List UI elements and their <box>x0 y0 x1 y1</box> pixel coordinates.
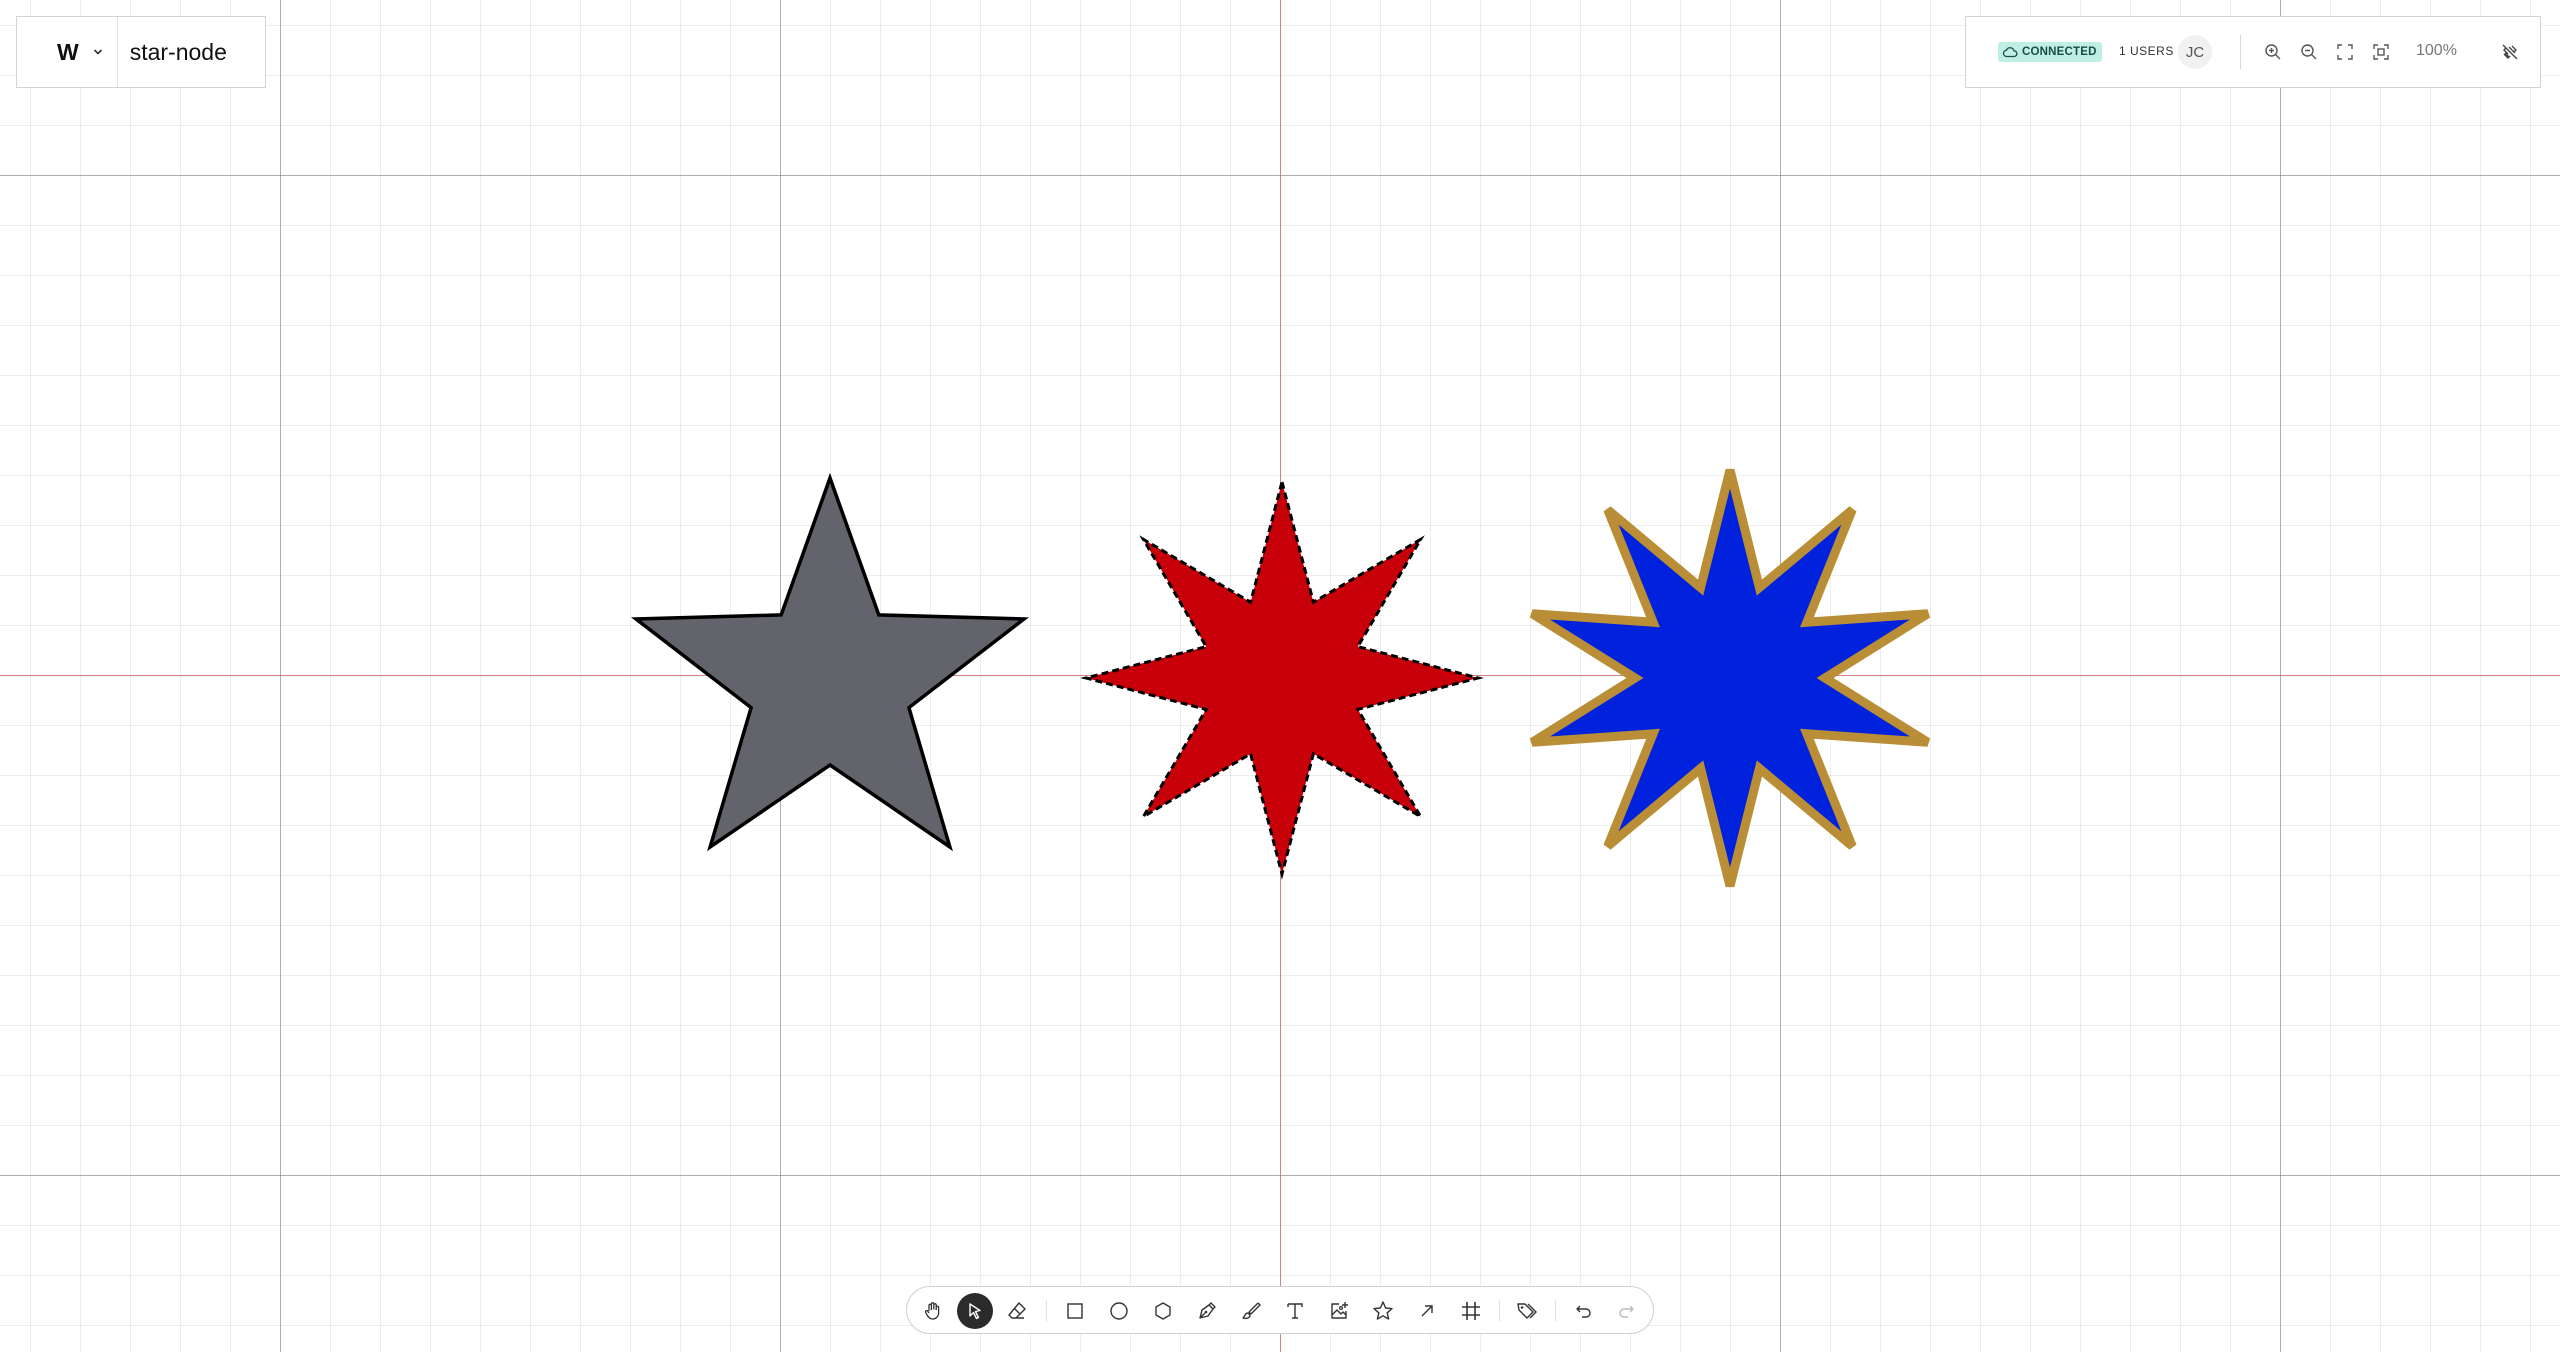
redo-icon <box>1619 1305 1634 1318</box>
rectangle-tool-button[interactable] <box>1057 1293 1093 1329</box>
debug-icon[interactable] <box>2499 41 2521 63</box>
zoom-level[interactable]: 100% <box>2416 42 2457 60</box>
image-icon <box>1331 1302 1348 1319</box>
zoom-in-icon[interactable] <box>2262 41 2284 63</box>
connection-status-badge: CONNECTED <box>1998 42 2102 62</box>
avatar[interactable]: JC <box>2178 35 2212 69</box>
zoom-out-icon[interactable] <box>2298 41 2320 63</box>
eraser-tool-button[interactable] <box>999 1293 1035 1329</box>
blue-ten-point-star[interactable] <box>1529 468 1931 888</box>
tag-icon <box>1517 1303 1537 1319</box>
ellipse-tool-button[interactable] <box>1101 1293 1137 1329</box>
status-panel: CONNECTED 1 USERS JC 100% <box>1965 16 2541 88</box>
arrow-tool-button[interactable] <box>1409 1293 1445 1329</box>
hand-tool-button[interactable] <box>915 1293 951 1329</box>
document-title[interactable]: star-node <box>130 39 227 66</box>
avatar-initials: JC <box>2185 43 2205 61</box>
ellipse-icon <box>1110 1302 1128 1320</box>
chevron-down-icon <box>93 43 103 61</box>
pen-tool-button[interactable] <box>1189 1293 1225 1329</box>
fit-selection-icon[interactable] <box>2370 41 2392 63</box>
pen-nib-icon <box>1199 1302 1216 1319</box>
cursor-arrow-icon <box>969 1303 981 1320</box>
fit-screen-icon[interactable] <box>2334 41 2356 63</box>
app-menu-button[interactable]: W <box>17 17 118 87</box>
red-eight-point-star[interactable] <box>1080 476 1484 880</box>
tools-toolbar <box>906 1286 1654 1334</box>
document-panel: W star-node <box>16 16 266 88</box>
star-tool-button[interactable] <box>1365 1293 1401 1329</box>
eraser-icon <box>1008 1302 1026 1319</box>
image-tool-button[interactable] <box>1321 1293 1357 1329</box>
polygon-tool-button[interactable] <box>1145 1293 1181 1329</box>
app-logo: W <box>57 38 79 65</box>
brush-tool-button[interactable] <box>1233 1293 1269 1329</box>
text-tool-button[interactable] <box>1277 1293 1313 1329</box>
users-count: 1 USERS <box>2119 44 2174 58</box>
select-tool-button[interactable] <box>957 1293 993 1329</box>
tag-tool-button[interactable] <box>1509 1293 1545 1329</box>
toolbar-divider <box>1499 1300 1500 1322</box>
undo-icon <box>1576 1305 1591 1318</box>
undo-button[interactable] <box>1565 1293 1601 1329</box>
rectangle-icon <box>1067 1303 1083 1319</box>
gray-five-point-star[interactable] <box>631 472 1029 852</box>
hexagon-icon <box>1155 1302 1171 1320</box>
frame-tool-button[interactable] <box>1453 1293 1489 1329</box>
text-icon <box>1287 1303 1303 1319</box>
frame-icon <box>1462 1302 1480 1320</box>
brush-icon <box>1242 1302 1261 1320</box>
connection-status-label: CONNECTED <box>2022 46 2097 58</box>
hand-icon <box>924 1302 940 1320</box>
canvas[interactable] <box>0 0 2560 1352</box>
redo-button[interactable] <box>1609 1293 1645 1329</box>
star-icon <box>1373 1301 1393 1320</box>
divider <box>2240 35 2241 69</box>
toolbar-divider <box>1555 1300 1556 1322</box>
cloud-icon <box>2002 47 2018 58</box>
toolbar-divider <box>1046 1300 1047 1322</box>
shapes-layer <box>631 468 1931 888</box>
arrow-icon <box>1421 1305 1433 1317</box>
